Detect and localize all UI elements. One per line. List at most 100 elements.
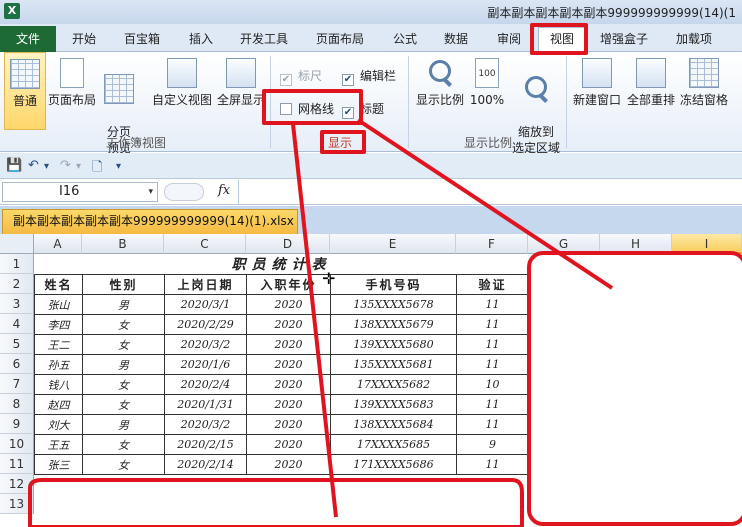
data-cell[interactable]: 女	[82, 434, 165, 455]
data-cell[interactable]: 女	[82, 374, 165, 395]
data-cell[interactable]: 王五	[34, 434, 83, 455]
data-cell[interactable]: 2020	[246, 434, 331, 455]
gridlines-checkbox[interactable]: 网格线	[280, 101, 334, 117]
undo-dropdown-icon[interactable]: ▾	[44, 161, 49, 172]
data-cell[interactable]: 10	[456, 374, 529, 395]
zoom-button[interactable]: 显示比例	[414, 52, 466, 130]
custom-views-button[interactable]: 自定义视图	[150, 52, 214, 130]
page-layout-view-button[interactable]: 页面布局	[48, 52, 96, 130]
data-cell[interactable]: 2020/1/6	[164, 354, 247, 375]
new-file-icon[interactable]: 🗋	[92, 158, 102, 180]
tab-formulas[interactable]: 公式	[393, 29, 417, 49]
select-all-corner[interactable]	[0, 234, 34, 254]
tab-toolbox[interactable]: 百宝箱	[124, 29, 160, 49]
data-cell[interactable]: 刘大	[34, 414, 83, 435]
new-window-button[interactable]: 新建窗口	[570, 52, 624, 130]
data-cell[interactable]: 2020	[246, 414, 331, 435]
column-header-i[interactable]: I	[672, 234, 742, 254]
data-cell[interactable]: 135XXXX5681	[330, 354, 457, 375]
column-header-g[interactable]: G	[528, 234, 600, 254]
data-cell[interactable]: 2020/2/29	[164, 314, 247, 335]
column-header-b[interactable]: B	[82, 234, 164, 254]
data-cell[interactable]: 张山	[34, 294, 83, 315]
column-header-a[interactable]: A	[34, 234, 82, 254]
formula-input[interactable]	[238, 180, 742, 204]
redo-icon[interactable]: ↷	[60, 158, 71, 173]
data-cell[interactable]: 2020	[246, 354, 331, 375]
tab-review[interactable]: 审阅	[497, 29, 521, 49]
data-cell[interactable]: 2020	[246, 374, 331, 395]
data-cell[interactable]: 17XXXX5685	[330, 434, 457, 455]
worksheet[interactable]: A B C D E F G H I 1 2 3 4 5 6 7 8 9 10 1…	[0, 234, 742, 527]
tab-developer[interactable]: 开发工具	[240, 29, 288, 49]
data-cell[interactable]: 女	[82, 454, 165, 475]
row-header[interactable]: 3	[0, 294, 34, 314]
data-cell[interactable]: 女	[82, 314, 165, 335]
data-cell[interactable]: 2020/2/15	[164, 434, 247, 455]
data-cell[interactable]: 赵四	[34, 394, 83, 415]
header-cell[interactable]: 手机号码	[330, 274, 457, 295]
data-cell[interactable]: 2020/3/2	[164, 414, 247, 435]
freeze-panes-button[interactable]: 冻结窗格	[678, 52, 730, 130]
header-cell[interactable]: 上岗日期	[164, 274, 247, 295]
data-cell[interactable]: 135XXXX5678	[330, 294, 457, 315]
data-cell[interactable]: 139XXXX5680	[330, 334, 457, 355]
tab-insert[interactable]: 插入	[189, 29, 213, 49]
header-cell[interactable]: 入职年份	[246, 274, 331, 295]
row-header[interactable]: 12	[0, 474, 34, 494]
data-cell[interactable]: 2020	[246, 294, 331, 315]
zoom-to-selection-button[interactable]: 缩放到 选定区域	[508, 52, 564, 155]
name-box[interactable]: I16 ▾	[2, 182, 158, 202]
data-cell[interactable]: 138XXXX5679	[330, 314, 457, 335]
data-cell[interactable]: 11	[456, 394, 529, 415]
row-header[interactable]: 11	[0, 454, 34, 474]
header-cell[interactable]: 姓名	[34, 274, 83, 295]
data-cell[interactable]: 11	[456, 414, 529, 435]
row-header[interactable]: 8	[0, 394, 34, 414]
save-icon[interactable]: 💾	[6, 158, 22, 173]
excel-app-icon[interactable]: X	[4, 3, 20, 19]
data-cell[interactable]: 2020	[246, 394, 331, 415]
data-cell[interactable]: 钱八	[34, 374, 83, 395]
data-cell[interactable]: 王二	[34, 334, 83, 355]
row-header[interactable]: 9	[0, 414, 34, 434]
row-header[interactable]: 13	[0, 494, 34, 514]
data-cell[interactable]: 张三	[34, 454, 83, 475]
data-cell[interactable]: 11	[456, 454, 529, 475]
document-tab[interactable]: 副本副本副本副本副本999999999999(14)(1).xlsx	[2, 209, 298, 234]
data-cell[interactable]: 女	[82, 334, 165, 355]
data-cell[interactable]: 女	[82, 394, 165, 415]
column-header-c[interactable]: C	[164, 234, 246, 254]
row-header[interactable]: 1	[0, 254, 34, 274]
row-header[interactable]: 4	[0, 314, 34, 334]
row-header[interactable]: 2	[0, 274, 34, 294]
row-header[interactable]: 7	[0, 374, 34, 394]
page-break-preview-button[interactable]: 分页 预览	[100, 52, 138, 155]
header-cell[interactable]: 性别	[82, 274, 165, 295]
data-cell[interactable]: 11	[456, 294, 529, 315]
row-header[interactable]: 5	[0, 334, 34, 354]
zoom-100-button[interactable]: 100 100%	[468, 52, 506, 130]
row-header[interactable]: 6	[0, 354, 34, 374]
data-cell[interactable]: 139XXXX5683	[330, 394, 457, 415]
data-cell[interactable]: 2020/2/4	[164, 374, 247, 395]
formula-bar-resize-handle[interactable]	[164, 183, 204, 201]
formula-bar-checkbox[interactable]: ✔ 编辑栏	[342, 68, 396, 86]
data-cell[interactable]: 11	[456, 314, 529, 335]
data-cell[interactable]: 9	[456, 434, 529, 455]
data-cell[interactable]: 男	[82, 414, 165, 435]
data-cell[interactable]: 11	[456, 334, 529, 355]
data-cell[interactable]: 2020/1/31	[164, 394, 247, 415]
tab-file[interactable]: 文件	[0, 26, 56, 52]
full-screen-button[interactable]: 全屏显示	[216, 52, 266, 130]
data-cell[interactable]: 2020/3/2	[164, 334, 247, 355]
column-header-h[interactable]: H	[600, 234, 672, 254]
headings-checkbox[interactable]: ✔ 标题	[342, 101, 384, 119]
data-cell[interactable]: 2020	[246, 314, 331, 335]
data-cell[interactable]: 2020	[246, 334, 331, 355]
arrange-all-button[interactable]: 全部重排	[626, 52, 676, 130]
table-title[interactable]: 职员统计表	[34, 254, 529, 275]
data-cell[interactable]: 171XXXX5686	[330, 454, 457, 475]
data-cell[interactable]: 2020	[246, 454, 331, 475]
data-cell[interactable]: 2020/2/14	[164, 454, 247, 475]
